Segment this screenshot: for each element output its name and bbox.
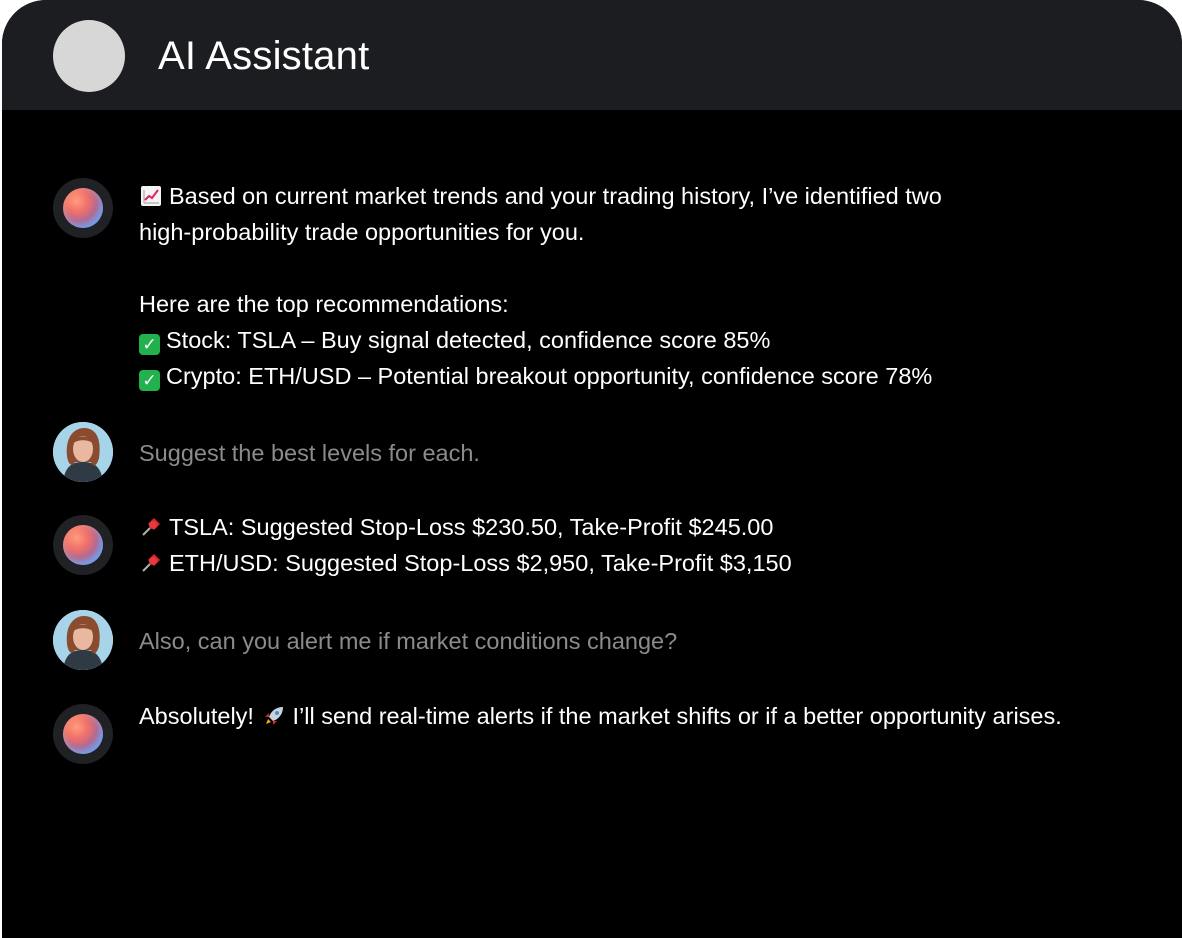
message-line: Here are the top recommendations: — [139, 291, 509, 317]
pushpin-icon — [139, 509, 163, 545]
assistant-orb-icon — [63, 525, 103, 565]
check-mark-icon: ✓ — [139, 370, 160, 391]
check-mark-icon: ✓ — [139, 334, 160, 355]
message-line: TSLA: Suggested Stop-Loss $230.50, Take-… — [139, 509, 1139, 545]
user-message: Also, can you alert me if market conditi… — [53, 610, 1153, 670]
message-line: ✓ Stock: TSLA – Buy signal detected, conf… — [139, 322, 1139, 358]
assistant-message-text: Based on current market trends and your … — [139, 178, 1139, 394]
assistant-message: Based on current market trends and your … — [53, 178, 1153, 394]
assistant-orb-icon — [63, 188, 103, 228]
assistant-message-text: Absolutely! I’ll send real-time alerts i… — [139, 698, 1129, 734]
assistant-avatar — [53, 704, 113, 764]
assistant-orb-icon — [63, 714, 103, 754]
assistant-avatar — [53, 515, 113, 575]
message-line: Based on current market trends and your … — [139, 178, 1139, 214]
chart-increasing-icon — [139, 178, 163, 214]
message-line: high-probability trade opportunities for… — [139, 219, 585, 245]
chat-title: AI Assistant — [158, 34, 370, 78]
user-message: Suggest the best levels for each. — [53, 422, 1153, 482]
user-avatar — [53, 610, 113, 670]
assistant-profile-avatar[interactable] — [53, 20, 125, 92]
message-line: ETH/USD: Suggested Stop-Loss $2,950, Tak… — [139, 545, 1139, 581]
user-message-text: Also, can you alert me if market conditi… — [139, 628, 678, 654]
message-line: ✓ Crypto: ETH/USD – Potential breakout op… — [139, 358, 1139, 394]
rocket-icon — [262, 698, 286, 734]
assistant-message: TSLA: Suggested Stop-Loss $230.50, Take-… — [53, 514, 1153, 587]
chat-window: AI Assistant Based on current market tre… — [2, 0, 1182, 938]
user-avatar — [53, 422, 113, 482]
assistant-message-text: TSLA: Suggested Stop-Loss $230.50, Take-… — [139, 509, 1139, 581]
pushpin-icon — [139, 545, 163, 581]
assistant-avatar — [53, 178, 113, 238]
assistant-message: Absolutely! I’ll send real-time alerts i… — [53, 703, 1153, 776]
chat-header: AI Assistant — [2, 0, 1182, 110]
user-message-text: Suggest the best levels for each. — [139, 440, 480, 466]
